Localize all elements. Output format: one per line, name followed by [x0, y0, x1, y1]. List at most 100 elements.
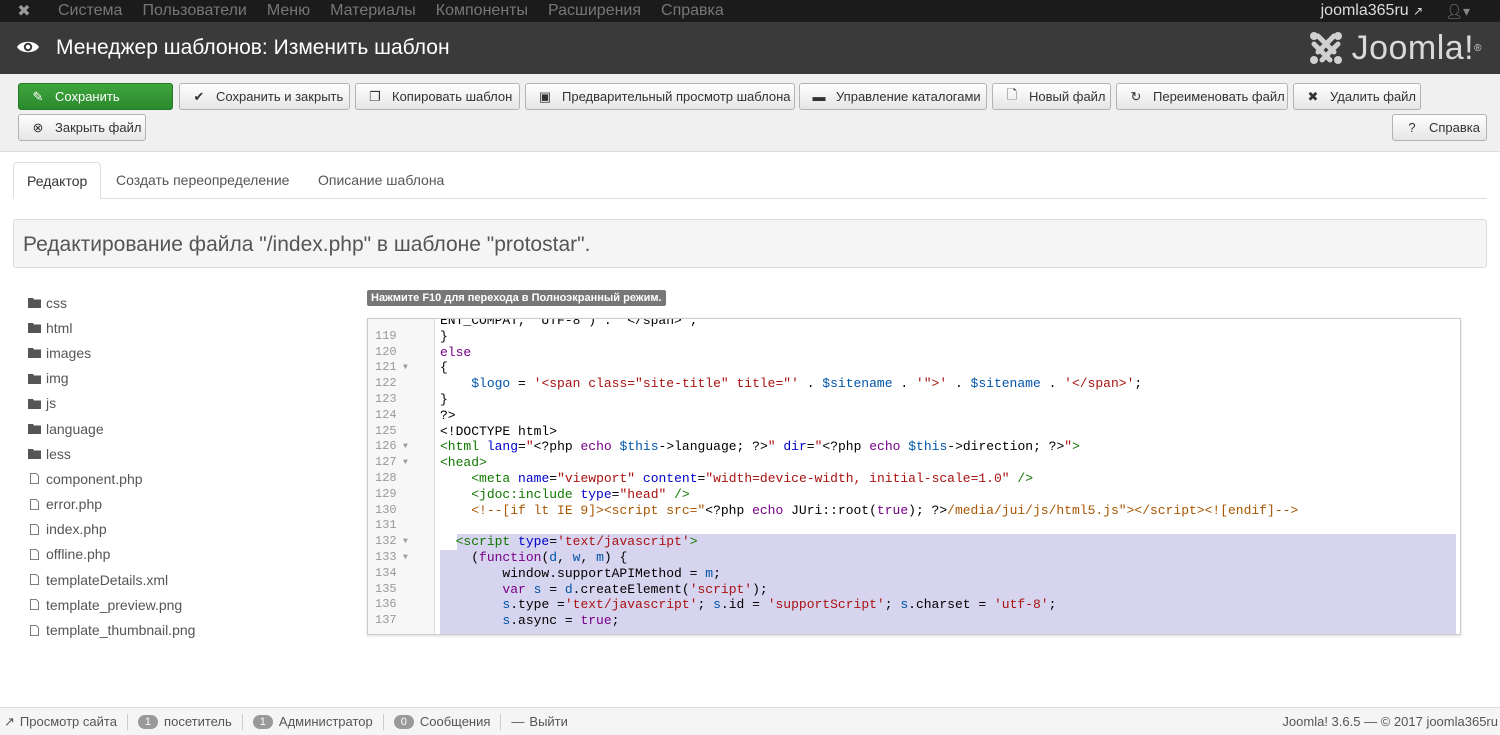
code-line: 130 <!--[if lt IE 9]><script src="<?php … — [368, 503, 1460, 519]
line-number: 121 — [375, 360, 397, 375]
close-file-button[interactable]: ⊗ Закрыть файл — [18, 114, 146, 141]
admins-badge: 1 — [252, 714, 273, 729]
save-button[interactable]: ✎ Сохранить — [18, 83, 173, 110]
tree-folder-img[interactable]: img — [28, 366, 195, 391]
file-icon — [30, 574, 39, 586]
fold-arrow-icon[interactable]: ▼ — [403, 550, 408, 566]
tree-file-template-preview[interactable]: template_preview.png — [28, 592, 195, 617]
messages-label: Сообщения — [419, 714, 491, 729]
remove-icon: ✖ — [1307, 88, 1319, 104]
code-text: ENT_COMPAT, 'UTF-8') . '</span>'; — [440, 318, 698, 328]
tree-folder-css[interactable]: css — [28, 290, 195, 315]
folder-icon — [28, 373, 41, 384]
site-link[interactable]: joomla365ru ↗ — [1321, 2, 1446, 20]
view-site-link[interactable]: ↗ Просмотр сайта — [0, 713, 128, 730]
rename-file-button[interactable]: ↻ Переименовать файл — [1116, 83, 1288, 110]
messages-badge: 0 — [393, 714, 414, 729]
menu-system[interactable]: Система — [48, 0, 132, 22]
toolbar: ✎ Сохранить ✔ Сохранить и закрыть ❐ Копиров… — [0, 74, 1500, 152]
visitors-badge: 1 — [137, 714, 159, 729]
menu-extensions[interactable]: Расширения — [538, 0, 651, 22]
fold-arrow-icon[interactable]: ▼ — [403, 534, 408, 550]
tree-folder-language[interactable]: language — [28, 416, 195, 441]
joomla-menu-icon[interactable]: ✖ — [0, 0, 48, 22]
tree-file-component[interactable]: component.php — [28, 466, 195, 491]
fold-arrow-icon[interactable]: ▼ — [403, 455, 408, 471]
tree-folder-less[interactable]: less — [28, 441, 195, 466]
file-icon — [30, 473, 39, 485]
tab-template-description[interactable]: Описание шаблона — [305, 162, 457, 199]
help-button[interactable]: ? Справка — [1392, 114, 1487, 141]
save-close-button[interactable]: ✔ Сохранить и закрыть — [179, 83, 350, 110]
code-line: 126 ▼ <html lang="<?php echo $this->langua… — [368, 439, 1460, 455]
menu-components[interactable]: Компоненты — [426, 0, 538, 22]
line-number: 137 — [375, 613, 397, 628]
file-icon — [30, 523, 39, 535]
fold-arrow-icon[interactable]: ▼ — [403, 360, 408, 376]
tree-file-error[interactable]: error.php — [28, 492, 195, 517]
preview-template-button[interactable]: ▣ Предварительный просмотр шаблона — [525, 83, 795, 110]
code-line-selected: 133 ▼ (function(d, w, m) { — [368, 549, 1460, 566]
file-icon — [30, 599, 39, 611]
save-close-label: Сохранить и закрыть — [216, 89, 344, 104]
tree-folder-label: img — [46, 370, 69, 387]
tab-bar: Редактор Создать переопределение Описани… — [13, 162, 1487, 199]
visitors-indicator[interactable]: 1 посетитель — [128, 713, 243, 730]
code-line: 123} — [368, 392, 1460, 408]
status-bar: ↗ Просмотр сайта 1 посетитель 1 Администрат… — [0, 707, 1500, 735]
tree-file-template-thumbnail[interactable]: template_thumbnail.png — [28, 617, 195, 642]
line-number: 133 — [375, 549, 397, 564]
menu-help[interactable]: Справка — [651, 0, 734, 22]
new-file-label: Новый файл — [1029, 89, 1106, 104]
code-line: 119} — [368, 329, 1460, 345]
save-label: Сохранить — [55, 89, 120, 104]
footer-version: Joomla! 3.6.5 — © 2017 joomla365ru — [1282, 714, 1498, 729]
edit-info-banner: Редактирование файла "/index.php" в шабл… — [13, 219, 1487, 268]
code-line: ENT_COMPAT, 'UTF-8') . '</span>'; — [368, 318, 1460, 329]
code-line: 120 else — [368, 345, 1460, 361]
line-number: 126 — [375, 439, 397, 454]
user-icon[interactable]: 👤︎▾ — [1445, 3, 1500, 20]
line-number: 123 — [375, 391, 397, 406]
visitors-label: посетитель — [164, 714, 232, 729]
tree-folder-label: less — [46, 445, 71, 462]
line-number: 125 — [375, 423, 397, 438]
messages-indicator[interactable]: 0 Сообщения — [384, 713, 502, 730]
line-number: 129 — [375, 486, 397, 501]
fold-arrow-icon[interactable]: ▼ — [403, 439, 408, 455]
new-file-button[interactable]: 🗋︎ Новый файл — [992, 83, 1111, 110]
logout-link[interactable]: — Выйти — [501, 714, 578, 730]
menu-menus[interactable]: Меню — [257, 0, 320, 22]
line-number: 127 — [375, 455, 397, 470]
file-icon — [30, 548, 39, 560]
tree-file-templatedetails[interactable]: templateDetails.xml — [28, 567, 195, 592]
tree-file-label: error.php — [46, 496, 103, 513]
tree-folder-images[interactable]: images — [28, 340, 195, 365]
menu-users[interactable]: Пользователи — [132, 0, 256, 22]
refresh-icon: ↻ — [1130, 88, 1142, 104]
admins-indicator[interactable]: 1 Администратор — [243, 713, 384, 730]
line-number: 119 — [375, 328, 397, 343]
tab-editor[interactable]: Редактор — [13, 162, 102, 199]
help-label: Справка — [1429, 120, 1480, 135]
code-editor[interactable]: ENT_COMPAT, 'UTF-8') . '</span>'; 119} 1… — [367, 318, 1461, 635]
code-line: 127 ▼ <head> — [368, 455, 1460, 471]
tree-file-index[interactable]: index.php — [28, 517, 195, 542]
page-header: Менеджер шаблонов: Изменить шаблон Jooml… — [0, 22, 1500, 74]
tree-file-offline[interactable]: offline.php — [28, 542, 195, 567]
copy-template-button[interactable]: ❐ Копировать шаблон — [355, 83, 520, 110]
footer-separator: — — [1364, 714, 1378, 729]
tab-create-override[interactable]: Создать переопределение — [103, 162, 302, 199]
tree-folder-js[interactable]: js — [28, 391, 195, 416]
picture-icon: ▣ — [538, 88, 552, 104]
manage-folders-button[interactable]: ▬ Управление каталогами — [799, 83, 987, 110]
menu-content[interactable]: Материалы — [320, 0, 426, 22]
delete-file-button[interactable]: ✖ Удалить файл — [1293, 83, 1421, 110]
line-number: 134 — [375, 565, 397, 580]
copy-icon: ❐ — [369, 88, 381, 104]
tree-folder-html[interactable]: html — [28, 315, 195, 340]
tree-file-label: component.php — [46, 470, 143, 487]
file-icon — [30, 498, 39, 510]
preview-label: Предварительный просмотр шаблона — [562, 89, 791, 104]
code-line: 125 <!DOCTYPE html> — [368, 424, 1460, 440]
